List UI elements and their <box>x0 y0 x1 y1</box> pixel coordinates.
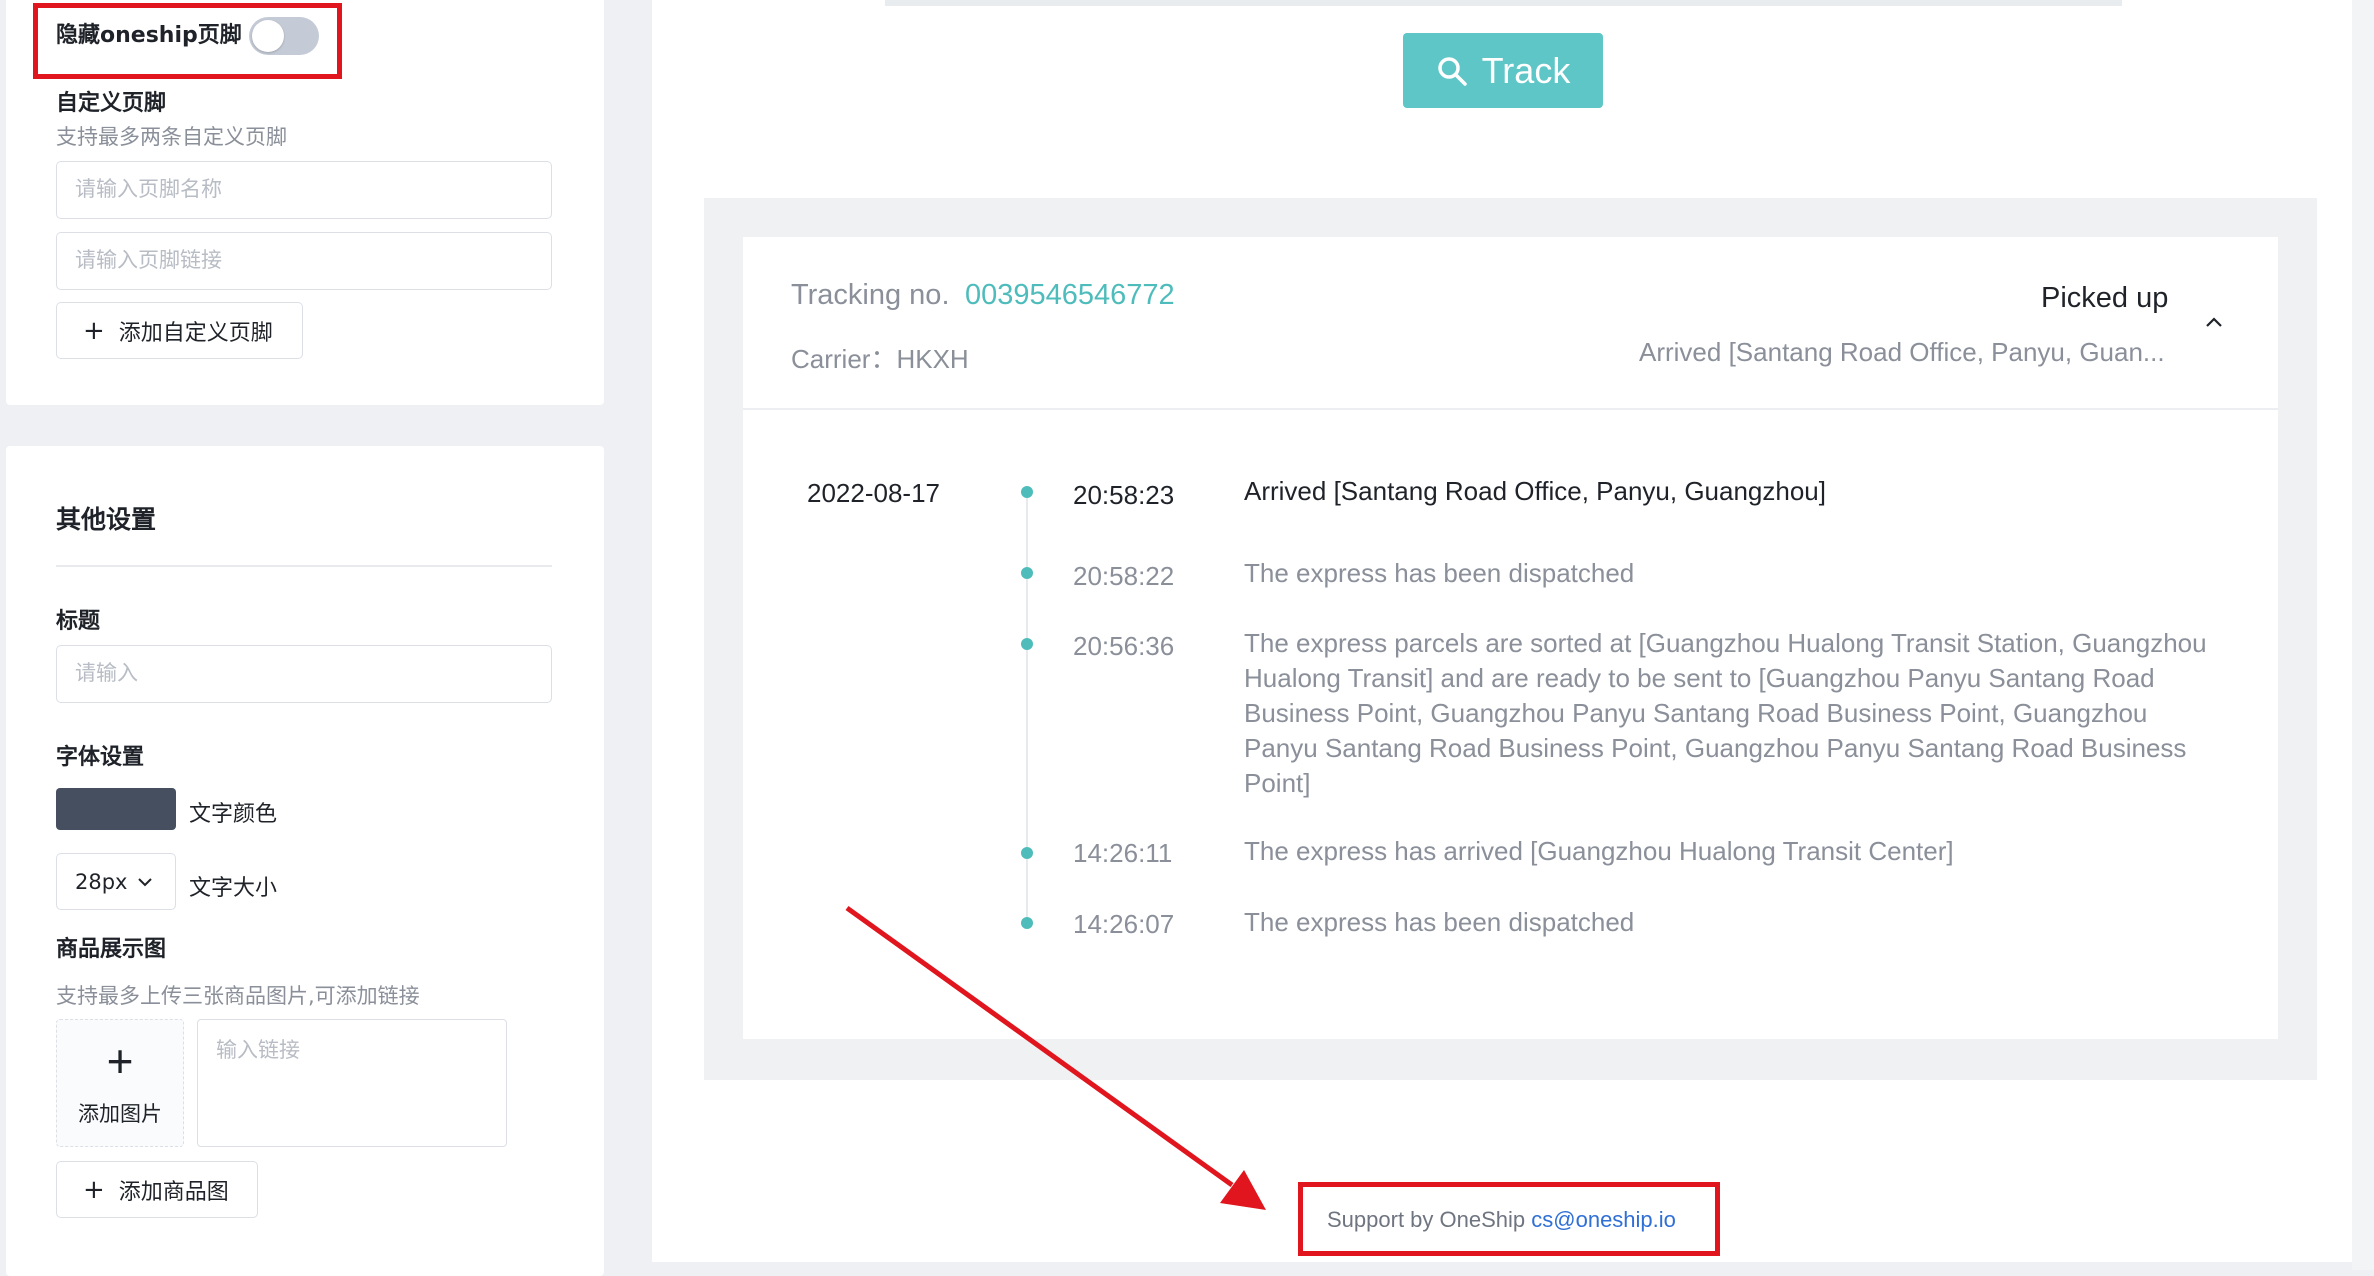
support-text: Support by OneShip <box>1327 1207 1526 1232</box>
support-footer: Support by OneShip cs@oneship.io <box>1327 1207 1676 1233</box>
annotation-arrow <box>845 905 1266 1210</box>
scrollbar[interactable] <box>2352 0 2374 1270</box>
support-email-link[interactable]: cs@oneship.io <box>1531 1207 1676 1232</box>
